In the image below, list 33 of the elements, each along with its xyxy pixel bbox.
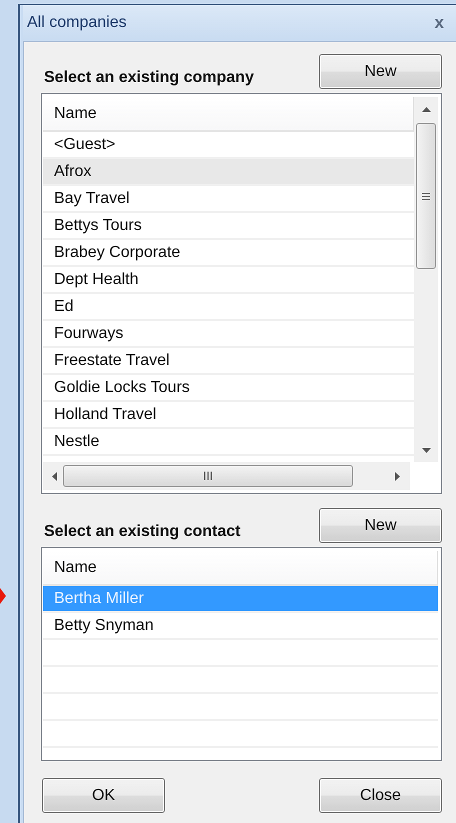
contact-list[interactable]: Name Bertha Miller Betty Snyman (41, 547, 442, 761)
scroll-right-icon[interactable] (395, 472, 400, 480)
list-item[interactable]: Ed (43, 294, 414, 321)
list-item[interactable]: Bettys Tours (43, 213, 414, 240)
section-label: Select an existing contact (43, 523, 241, 542)
scroll-up-icon[interactable] (422, 106, 430, 112)
column-header[interactable]: Name (43, 97, 414, 132)
list-item[interactable]: Bay Travel (43, 186, 414, 213)
list-item[interactable]: Afrox (43, 159, 414, 186)
list-item[interactable]: Dept Health (43, 267, 414, 294)
close-button[interactable]: x (434, 13, 444, 33)
new-button[interactable]: New (319, 54, 442, 89)
close-button[interactable]: Close (319, 778, 442, 813)
scroll-thumb[interactable] (416, 123, 436, 269)
list-item[interactable]: Goldie Locks Tours (43, 375, 414, 402)
scroll-left-icon[interactable] (52, 472, 57, 480)
new-button[interactable]: New (319, 508, 442, 543)
ok-button[interactable]: OK (42, 778, 165, 813)
column-header[interactable]: Name (43, 551, 438, 586)
scroll-down-icon[interactable] (422, 448, 430, 452)
horizontal-scrollbar[interactable]: III (43, 462, 410, 490)
section-label: Select an existing company (43, 69, 254, 88)
company-list[interactable]: Name <Guest> Afrox Bay Travel Bettys Tours Brabey Corporate Dept Health Ed Fourways Freestate Travel Goldie Locks Tours Holland Travel Nestle III (41, 93, 442, 494)
list-item[interactable]: Brabey Corporate (43, 240, 414, 267)
window-title: All companies (27, 14, 127, 32)
list-item[interactable]: Freestate Travel (43, 348, 414, 375)
list-item[interactable]: Holland Travel (43, 402, 414, 429)
grip-icon (422, 192, 430, 200)
list-item[interactable]: Fourways (43, 321, 414, 348)
scroll-thumb[interactable]: III (63, 465, 353, 487)
vertical-scrollbar[interactable] (414, 97, 438, 462)
list-item[interactable]: Nestle (43, 429, 414, 456)
list-item[interactable]: Betty Snyman (43, 613, 438, 640)
